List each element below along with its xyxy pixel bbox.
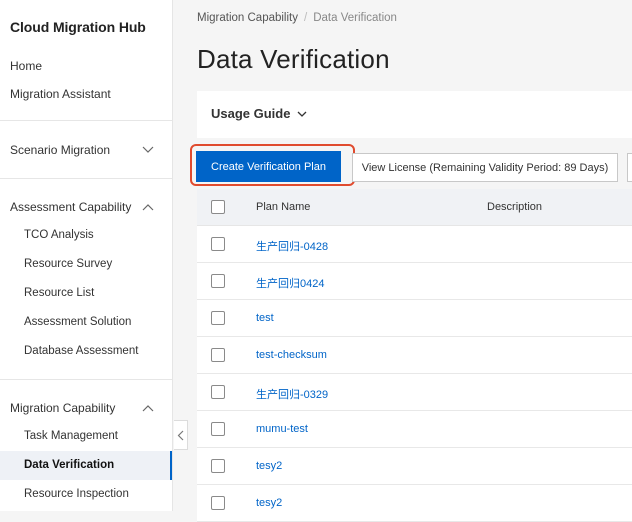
chevron-up-icon <box>142 204 154 211</box>
row-checkbox[interactable] <box>211 459 225 473</box>
chevron-down-icon <box>297 111 307 117</box>
plan-name-link[interactable]: mumu-test <box>256 423 308 435</box>
plan-name-link[interactable]: 生产回归-0428 <box>256 238 328 254</box>
create-verification-plan-button[interactable]: Create Verification Plan <box>196 151 341 182</box>
breadcrumb-current: Data Verification <box>313 12 397 24</box>
app-title: Cloud Migration Hub <box>10 19 146 35</box>
row-checkbox[interactable] <box>211 237 225 251</box>
group-label: Migration Capability <box>10 401 116 415</box>
table-header-row: Plan Name Description <box>197 189 632 226</box>
sidebar-item-assessment-solution[interactable]: Assessment Solution <box>0 308 172 337</box>
nav-migration-assistant[interactable]: Migration Assistant <box>0 80 172 108</box>
plan-name-link[interactable]: test-checksum <box>256 349 327 361</box>
more-actions-button[interactable] <box>627 153 632 182</box>
table-row: tesy2 <box>197 485 632 522</box>
column-header-plan-name[interactable]: Plan Name <box>256 201 310 213</box>
group-label: Scenario Migration <box>10 143 111 157</box>
table-row: mumu-test <box>197 411 632 448</box>
group-label: Assessment Capability <box>10 200 132 214</box>
table-row: test <box>197 300 632 337</box>
group-header-assessment-capability[interactable]: Assessment Capability <box>0 193 172 221</box>
top-nav: Home Migration Assistant <box>0 52 172 108</box>
row-checkbox[interactable] <box>211 348 225 362</box>
breadcrumb: Migration Capability / Data Verification <box>197 12 397 24</box>
plan-name-link[interactable]: tesy2 <box>256 497 282 509</box>
row-checkbox[interactable] <box>211 311 225 325</box>
plan-name-link[interactable]: tesy2 <box>256 460 282 472</box>
table-row: test-checksum <box>197 337 632 374</box>
sidebar: Cloud Migration Hub Home Migration Assis… <box>0 0 173 511</box>
breadcrumb-parent[interactable]: Migration Capability <box>197 12 298 24</box>
sidebar-divider <box>0 178 172 179</box>
breadcrumb-separator: / <box>304 12 308 24</box>
plan-name-link[interactable]: test <box>256 312 274 324</box>
select-all-checkbox[interactable] <box>211 200 225 214</box>
usage-guide-panel: Usage Guide <box>197 91 632 138</box>
column-header-description[interactable]: Description <box>487 201 542 213</box>
sidebar-item-resource-inspection[interactable]: Resource Inspection <box>0 480 172 509</box>
table-row: 生产回归-0428 <box>197 226 632 263</box>
usage-guide-label: Usage Guide <box>211 106 291 121</box>
sidebar-item-tco-analysis[interactable]: TCO Analysis <box>0 221 172 250</box>
chevron-up-icon <box>142 405 154 412</box>
page-title: Data Verification <box>197 44 390 74</box>
sidebar-divider <box>0 379 172 380</box>
group-migration-capability: Migration Capability Task Management Dat… <box>0 394 172 509</box>
group-header-scenario-migration[interactable]: Scenario Migration <box>0 136 172 164</box>
row-checkbox[interactable] <box>211 385 225 399</box>
table-row: tesy2 <box>197 448 632 485</box>
sidebar-item-data-verification[interactable]: Data Verification <box>0 451 172 480</box>
nav-home[interactable]: Home <box>0 52 172 80</box>
group-scenario-migration: Scenario Migration <box>0 136 172 164</box>
usage-guide-toggle[interactable]: Usage Guide <box>211 106 307 121</box>
view-license-button[interactable]: View License (Remaining Validity Period:… <box>352 153 618 182</box>
plans-table: Plan Name Description 生产回归-0428 生产回归0424… <box>197 189 632 522</box>
table-row: 生产回归-0329 <box>197 374 632 411</box>
sidebar-item-resource-list[interactable]: Resource List <box>0 279 172 308</box>
plan-name-link[interactable]: 生产回归-0329 <box>256 386 328 402</box>
sidebar-item-database-assessment[interactable]: Database Assessment <box>0 337 172 366</box>
row-checkbox[interactable] <box>211 274 225 288</box>
group-header-migration-capability[interactable]: Migration Capability <box>0 394 172 422</box>
row-checkbox[interactable] <box>211 422 225 436</box>
plan-name-link[interactable]: 生产回归0424 <box>256 275 324 291</box>
sidebar-item-task-management[interactable]: Task Management <box>0 422 172 451</box>
sidebar-divider <box>0 120 172 121</box>
group-assessment-capability: Assessment Capability TCO Analysis Resou… <box>0 193 172 366</box>
row-checkbox[interactable] <box>211 496 225 510</box>
table-row: 生产回归0424 <box>197 263 632 300</box>
main-content: Migration Capability / Data Verification D… <box>174 0 632 522</box>
chevron-down-icon <box>142 146 154 153</box>
sidebar-item-resource-survey[interactable]: Resource Survey <box>0 250 172 279</box>
